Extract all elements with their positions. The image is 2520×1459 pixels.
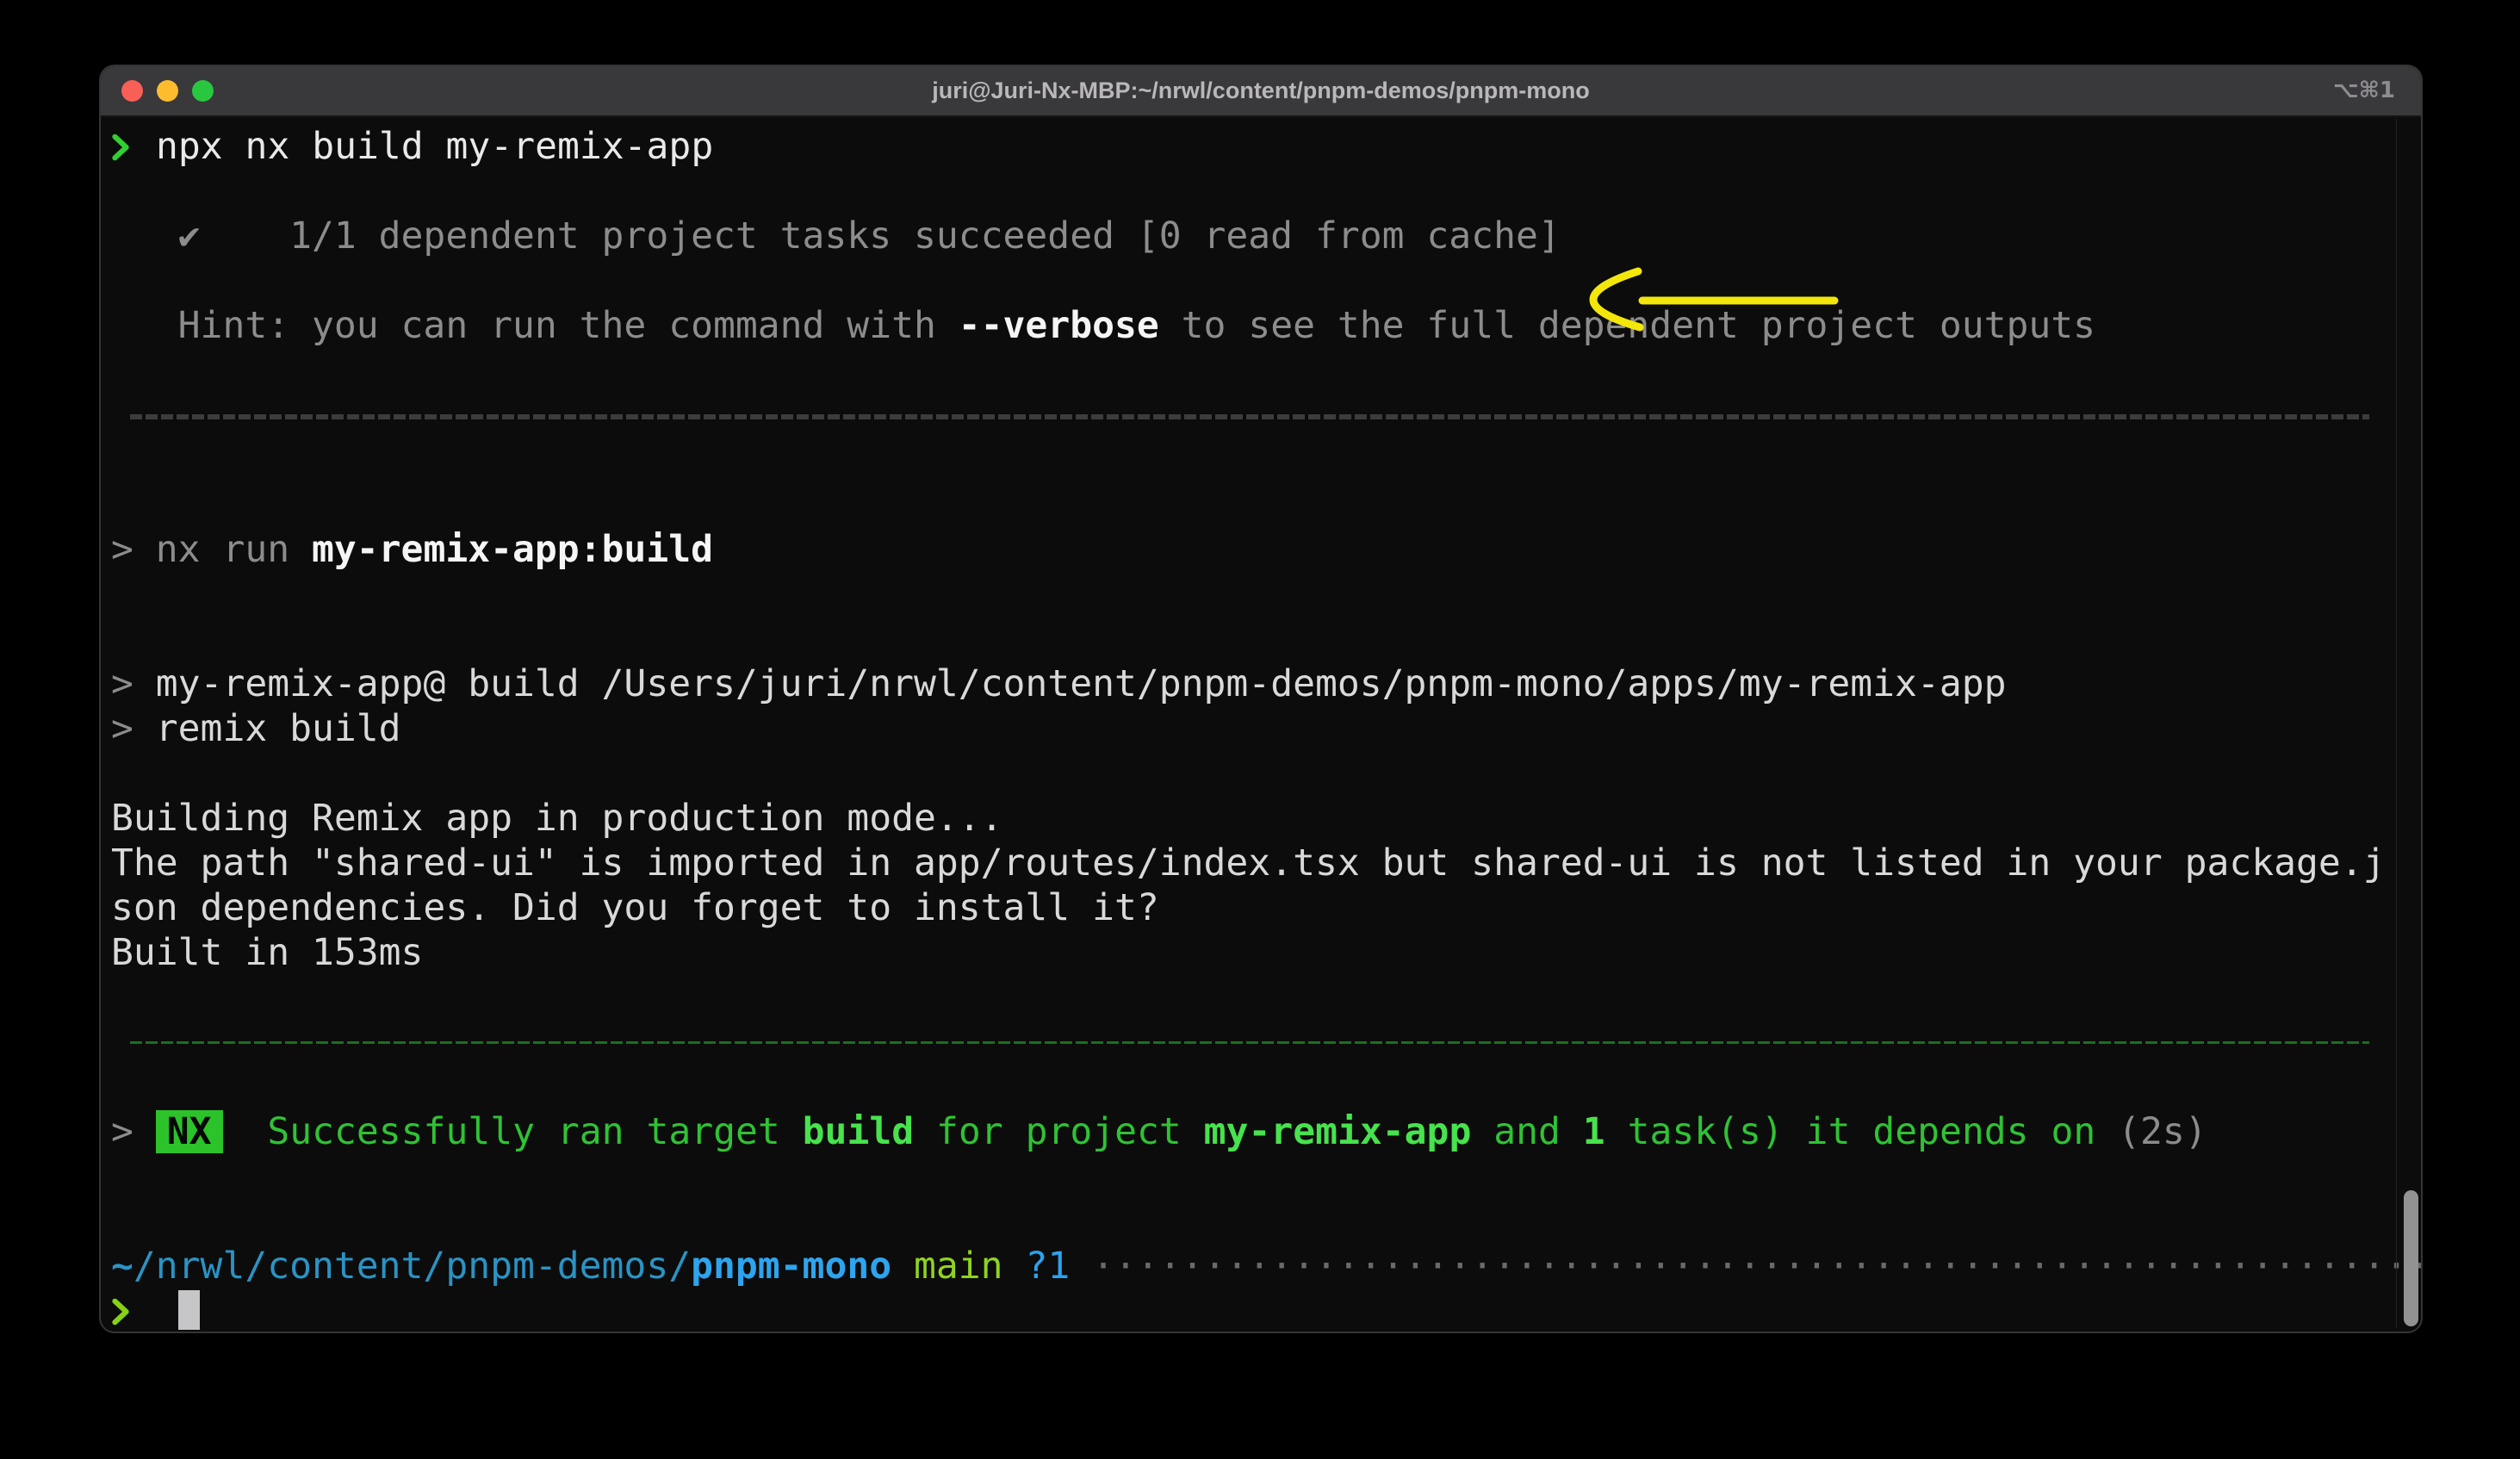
hint-line: Hint: you can run the command with --ver… [111,303,2412,348]
nx-run-target: my-remix-app:build [312,528,713,571]
build-output-line: Built in 153ms [111,930,2412,975]
terminal-window: juri@Juri-Nx-MBP:~/nrwl/content/pnpm-dem… [99,65,2423,1333]
build-output-line: Building Remix app in production mode... [111,796,2412,841]
success-gap [223,1110,268,1153]
hint-post: to see the full dependent project output… [1159,304,2095,347]
success-text: and [1471,1110,1582,1153]
blank-line [111,1154,2412,1199]
success-text: for project [914,1110,1204,1153]
nx-run-pre: > nx run [111,528,312,571]
success-text: task(s) it depends on [1605,1110,2118,1153]
blank-line [111,617,2412,661]
success-pre: > [111,1110,156,1153]
blank-line [111,258,2412,303]
blank-line [111,975,2412,1020]
success-target: build [803,1110,914,1153]
prompt-home: ~ [111,1245,133,1288]
window-title: juri@Juri-Nx-MBP:~/nrwl/content/pnpm-dem… [101,66,2421,115]
scrollbar-track[interactable] [2396,119,2419,1328]
blank-line [111,482,2412,527]
prompt-path: /nrwl/content/pnpm-demos/ [133,1245,691,1288]
remix-pre: > [111,707,156,750]
prompt-input-line[interactable] [111,1288,2412,1333]
pkg-pre: > [111,662,156,705]
success-project: my-remix-app [1204,1110,1472,1153]
blank-line [111,1199,2412,1244]
tab-shortcut-label: ⌥⌘1 [2333,66,2395,115]
titlebar[interactable]: juri@Juri-Nx-MBP:~/nrwl/content/pnpm-dem… [101,66,2421,117]
nx-badge: NX [156,1110,223,1153]
git-branch: main [914,1245,1003,1288]
remix-build-line: > remix build [111,706,2412,751]
prompt-repo: pnpm-mono [691,1245,891,1288]
separator-line [111,393,2412,438]
terminal-cursor [178,1290,200,1330]
prompt-chevron-icon [111,124,156,169]
hint-flag: --verbose [959,304,1159,347]
remix-text: remix build [156,707,401,750]
blank-line [111,169,2412,214]
prompt-path-line: ~/nrwl/content/pnpm-demos/pnpm-mono main… [111,1244,2412,1288]
build-output-line: The path "shared-ui" is imported in app/… [111,841,2412,885]
git-status: ?1 [1025,1245,1070,1288]
separator-line [111,1020,2412,1065]
command-text: npx nx build my-remix-app [156,125,713,168]
green-dashed-separator [130,1041,2369,1044]
build-output-line: son dependencies. Did you forget to inst… [111,885,2412,930]
task-success-line: ✔ 1/1 dependent project tasks succeeded … [111,214,2412,258]
nx-run-line: > nx run my-remix-app:build [111,527,2412,572]
blank-line [111,1065,2412,1109]
gray-dashed-separator [130,414,2369,419]
command-line: npx nx build my-remix-app [111,124,2412,169]
package-script-line: > my-remix-app@ build /Users/juri/nrwl/c… [111,661,2412,706]
spacer [891,1245,914,1288]
scrollbar-thumb[interactable] [2404,1190,2418,1326]
success-task-count: 1 [1583,1110,1605,1153]
blank-line [111,751,2412,796]
prompt-chevron-icon [111,1288,156,1333]
hint-pre: Hint: you can run the command with [111,304,959,347]
terminal-content[interactable]: npx nx build my-remix-app ✔ 1/1 dependen… [101,117,2421,1333]
blank-line [111,438,2412,482]
prompt-dotted-fill: ········································… [1092,1245,2423,1288]
blank-line [111,348,2412,393]
success-line: > NX Successfully ran target build for p… [111,1109,2412,1154]
spacer [1070,1245,1092,1288]
spacer [1003,1245,1026,1288]
pkg-text: my-remix-app@ build /Users/juri/nrwl/con… [156,662,2007,705]
success-text: Successfully ran target [267,1110,802,1153]
success-duration: (2s) [2118,1110,2207,1153]
blank-line [111,572,2412,617]
